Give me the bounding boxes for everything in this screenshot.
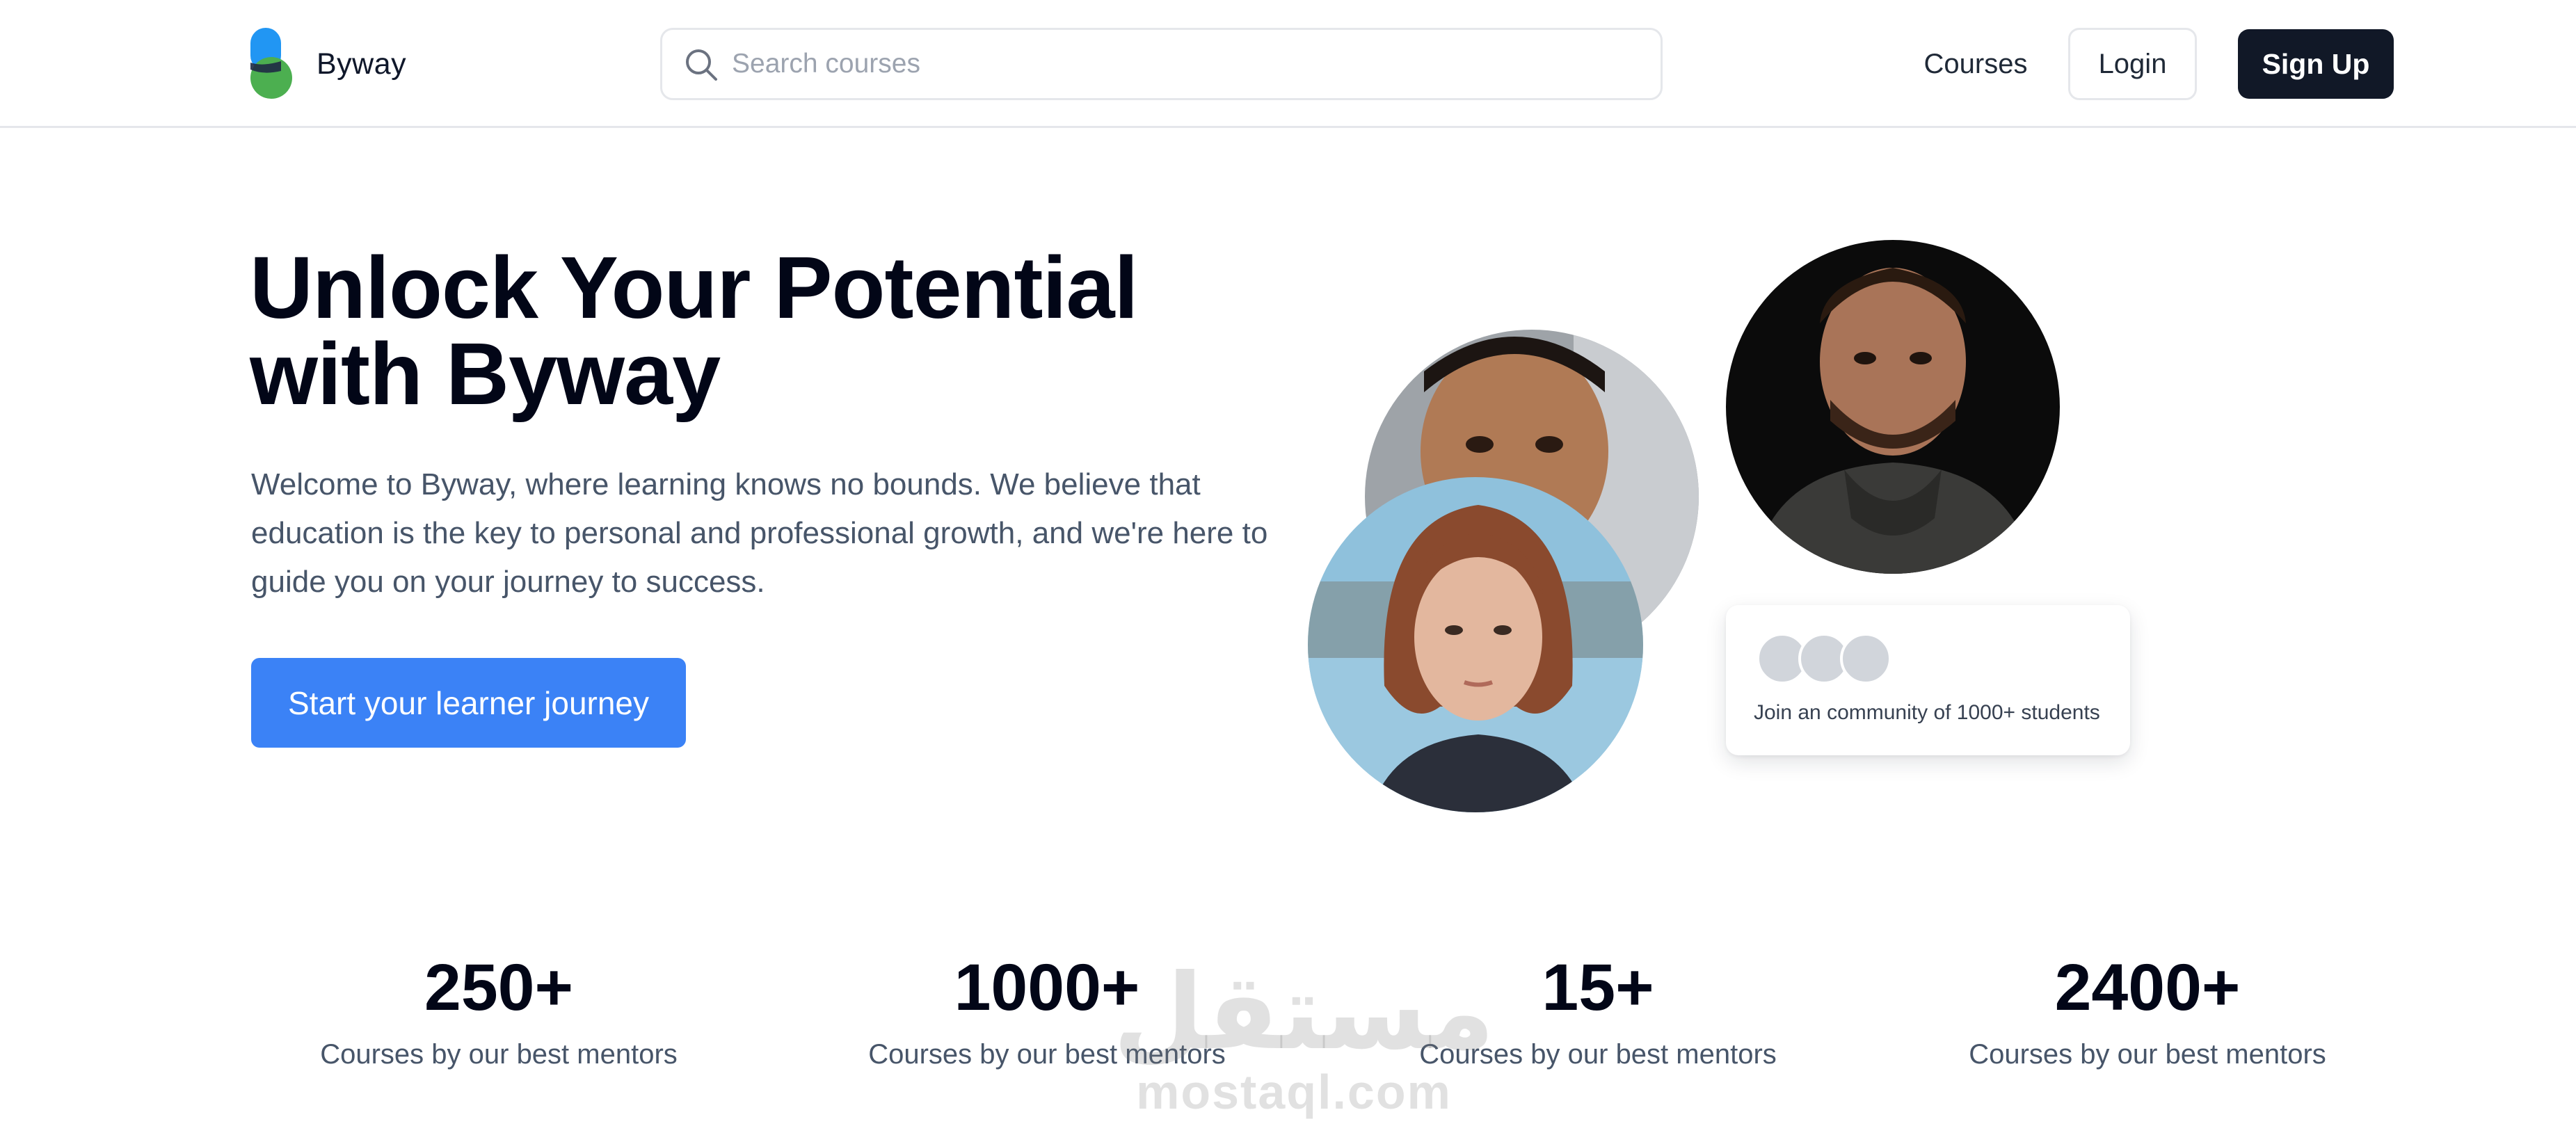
stat-item: 2400+ Courses by our best mentors <box>1904 946 2391 1075</box>
stat-label: Courses by our best mentors <box>868 1039 1226 1070</box>
search-input[interactable] <box>732 30 1650 98</box>
signup-button[interactable]: Sign Up <box>2238 29 2394 99</box>
avatar <box>1840 633 1891 684</box>
nav-courses-link[interactable]: Courses <box>1906 28 2045 100</box>
stat-value: 15+ <box>1542 951 1654 1024</box>
login-button[interactable]: Login <box>2068 28 2197 100</box>
hero-title: Unlock Your Potential with Byway <box>250 239 1139 423</box>
stat-label: Courses by our best mentors <box>1419 1039 1777 1070</box>
community-text: Join an community of 1000+ students <box>1754 701 2100 724</box>
stat-label: Courses by our best mentors <box>320 1039 678 1070</box>
mentor-photo-red-haired-woman <box>1308 477 1643 812</box>
stat-value: 1000+ <box>954 951 1140 1024</box>
community-card: Join an community of 1000+ students <box>1726 605 2130 755</box>
search-bar[interactable] <box>660 28 1663 100</box>
stat-value: 2400+ <box>2054 951 2241 1024</box>
search-icon <box>683 47 719 83</box>
student-avatars <box>1757 633 1910 684</box>
hero-description: Welcome to Byway, where learning knows n… <box>251 467 1268 599</box>
brand-name: Byway <box>317 47 407 81</box>
stat-value: 250+ <box>424 951 573 1024</box>
stat-item: 15+ Courses by our best mentors <box>1354 946 1841 1075</box>
mentor-photo-bearded-man <box>1726 240 2060 574</box>
byway-logo-icon <box>250 28 293 100</box>
site-header: Byway Courses Login Sign Up <box>0 0 2576 128</box>
stat-item: 250+ Courses by our best mentors <box>255 946 742 1075</box>
stat-label: Courses by our best mentors <box>1969 1039 2326 1070</box>
start-journey-button[interactable]: Start your learner journey <box>251 658 686 748</box>
stat-item: 1000+ Courses by our best mentors <box>803 946 1290 1075</box>
brand-logo[interactable]: Byway <box>250 28 406 100</box>
